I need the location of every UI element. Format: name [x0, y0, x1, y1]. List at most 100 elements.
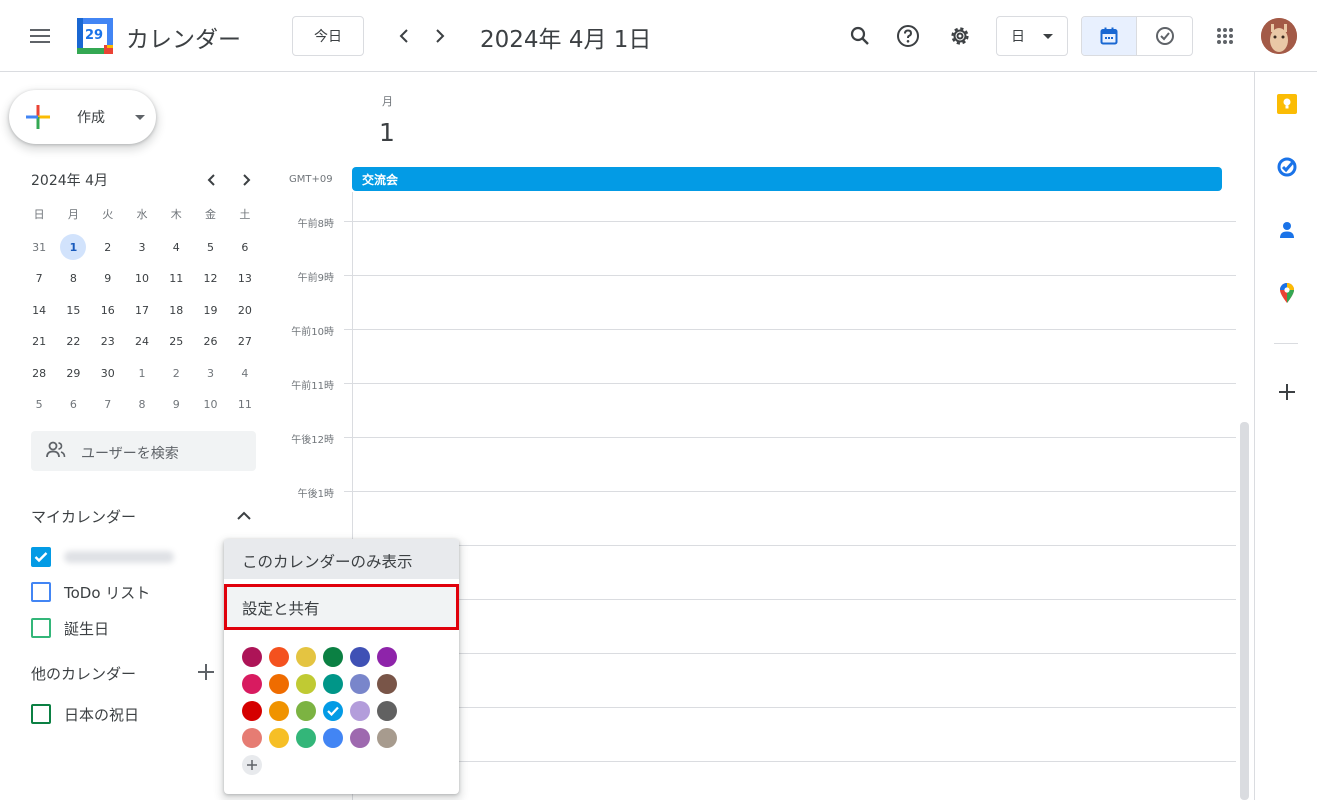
- mini-calendar-day[interactable]: 5: [193, 232, 227, 264]
- color-swatch[interactable]: [242, 701, 262, 721]
- mini-calendar-day[interactable]: 11: [159, 263, 193, 295]
- scrollbar[interactable]: [1240, 422, 1249, 800]
- help-button[interactable]: [888, 16, 928, 56]
- mini-calendar-day[interactable]: 12: [193, 263, 227, 295]
- mini-calendar-day[interactable]: 3: [193, 358, 227, 390]
- mini-calendar-day[interactable]: 9: [159, 389, 193, 421]
- calendar-checkbox[interactable]: [31, 704, 51, 724]
- calendar-item-todo[interactable]: ToDo リスト: [31, 580, 221, 604]
- mini-calendar-day[interactable]: 19: [193, 295, 227, 327]
- mini-calendar-day[interactable]: 1: [56, 232, 90, 264]
- color-swatch[interactable]: [377, 647, 397, 667]
- maps-button[interactable]: [1271, 277, 1303, 309]
- mini-calendar-day[interactable]: 9: [91, 263, 125, 295]
- main-menu-button[interactable]: [20, 16, 60, 56]
- mini-calendar-day[interactable]: 18: [159, 295, 193, 327]
- mini-calendar-day[interactable]: 7: [22, 263, 56, 295]
- mini-calendar-day[interactable]: 15: [56, 295, 90, 327]
- previous-period-button[interactable]: [384, 16, 424, 56]
- color-swatch[interactable]: [350, 701, 370, 721]
- mini-calendar-day[interactable]: 26: [193, 326, 227, 358]
- menu-item-show-only-this[interactable]: このカレンダーのみ表示: [224, 539, 459, 579]
- add-custom-color-button[interactable]: [242, 755, 262, 775]
- mini-calendar-day[interactable]: 8: [125, 389, 159, 421]
- my-calendars-collapse-button[interactable]: [228, 500, 260, 532]
- mini-calendar-day[interactable]: 11: [228, 389, 262, 421]
- mini-calendar-day[interactable]: 23: [91, 326, 125, 358]
- settings-button[interactable]: [940, 16, 980, 56]
- next-period-button[interactable]: [420, 16, 460, 56]
- mini-calendar-day[interactable]: 29: [56, 358, 90, 390]
- mini-calendar-day[interactable]: 2: [159, 358, 193, 390]
- calendar-item-birthdays[interactable]: 誕生日: [31, 616, 221, 640]
- mini-calendar-day[interactable]: 8: [56, 263, 90, 295]
- get-addons-button[interactable]: [1271, 376, 1303, 408]
- all-day-event[interactable]: 交流会: [352, 167, 1222, 191]
- color-swatch[interactable]: [350, 674, 370, 694]
- tasks-button[interactable]: [1271, 151, 1303, 183]
- color-swatch[interactable]: [377, 674, 397, 694]
- mini-calendar-day[interactable]: 31: [22, 232, 56, 264]
- calendar-item-primary[interactable]: [31, 545, 221, 569]
- color-swatch[interactable]: [323, 701, 343, 721]
- color-swatch[interactable]: [269, 674, 289, 694]
- color-swatch[interactable]: [323, 674, 343, 694]
- color-swatch[interactable]: [269, 647, 289, 667]
- search-people-input[interactable]: ユーザーを検索: [31, 431, 256, 471]
- calendar-logo-icon[interactable]: 29: [77, 18, 113, 54]
- color-swatch[interactable]: [269, 728, 289, 748]
- color-swatch[interactable]: [269, 701, 289, 721]
- mini-calendar-day[interactable]: 30: [91, 358, 125, 390]
- my-calendars-title[interactable]: マイカレンダー: [31, 506, 136, 527]
- color-swatch[interactable]: [296, 674, 316, 694]
- color-swatch[interactable]: [350, 728, 370, 748]
- mini-calendar-day[interactable]: 10: [125, 263, 159, 295]
- today-button[interactable]: 今日: [292, 16, 364, 56]
- mini-calendar-day[interactable]: 22: [56, 326, 90, 358]
- view-selector[interactable]: 日: [996, 16, 1068, 56]
- day-number[interactable]: 1: [379, 118, 395, 147]
- account-avatar[interactable]: [1261, 18, 1297, 54]
- mini-calendar-day[interactable]: 25: [159, 326, 193, 358]
- search-button[interactable]: [840, 16, 880, 56]
- color-swatch[interactable]: [242, 647, 262, 667]
- mini-calendar-day[interactable]: 7: [91, 389, 125, 421]
- mini-calendar-day[interactable]: 21: [22, 326, 56, 358]
- other-calendars-title[interactable]: 他のカレンダー: [31, 663, 136, 684]
- mini-calendar-day[interactable]: 4: [159, 232, 193, 264]
- calendar-item-japan-holidays[interactable]: 日本の祝日: [31, 702, 221, 726]
- mini-calendar-day[interactable]: 10: [193, 389, 227, 421]
- color-swatch[interactable]: [242, 674, 262, 694]
- mini-calendar-day[interactable]: 1: [125, 358, 159, 390]
- calendar-checkbox[interactable]: [31, 618, 51, 638]
- create-button[interactable]: 作成: [9, 90, 156, 144]
- mini-calendar-day[interactable]: 27: [228, 326, 262, 358]
- contacts-button[interactable]: [1271, 214, 1303, 246]
- mini-calendar-prev-button[interactable]: [196, 164, 228, 196]
- mini-calendar-day[interactable]: 24: [125, 326, 159, 358]
- color-swatch[interactable]: [242, 728, 262, 748]
- color-swatch[interactable]: [377, 728, 397, 748]
- color-swatch[interactable]: [323, 728, 343, 748]
- mini-calendar-day[interactable]: 13: [228, 263, 262, 295]
- calendar-view-toggle[interactable]: [1082, 17, 1138, 55]
- color-swatch[interactable]: [296, 728, 316, 748]
- keep-button[interactable]: [1271, 88, 1303, 120]
- color-swatch[interactable]: [323, 647, 343, 667]
- color-swatch[interactable]: [377, 701, 397, 721]
- mini-calendar-day[interactable]: 2: [91, 232, 125, 264]
- mini-calendar-day[interactable]: 17: [125, 295, 159, 327]
- color-swatch[interactable]: [296, 647, 316, 667]
- mini-calendar-day[interactable]: 14: [22, 295, 56, 327]
- calendar-checkbox[interactable]: [31, 582, 51, 602]
- calendar-checkbox[interactable]: [31, 547, 51, 567]
- mini-calendar-day[interactable]: 20: [228, 295, 262, 327]
- mini-calendar-day[interactable]: 6: [56, 389, 90, 421]
- mini-calendar-day[interactable]: 3: [125, 232, 159, 264]
- mini-calendar-next-button[interactable]: [230, 164, 262, 196]
- color-swatch[interactable]: [350, 647, 370, 667]
- color-swatch[interactable]: [296, 701, 316, 721]
- mini-calendar-day[interactable]: 4: [228, 358, 262, 390]
- mini-calendar-day[interactable]: 6: [228, 232, 262, 264]
- menu-item-settings-and-sharing[interactable]: 設定と共有: [224, 584, 459, 630]
